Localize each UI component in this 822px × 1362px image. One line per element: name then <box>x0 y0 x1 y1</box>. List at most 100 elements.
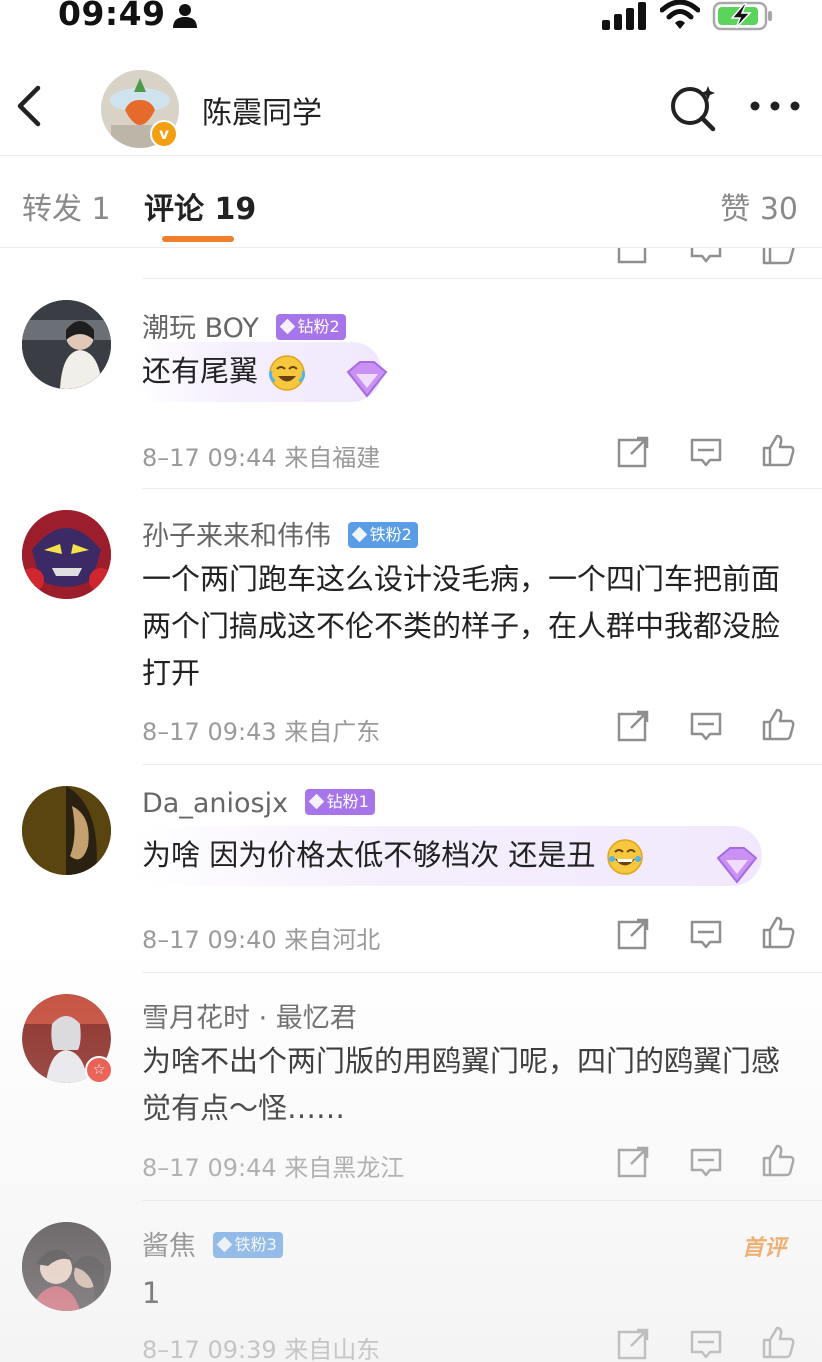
fan-badge: 钻粉2 <box>275 313 346 340</box>
comment-icon[interactable] <box>688 916 724 952</box>
commenter-name-text: 孙子来来和伟伟 <box>142 521 331 552</box>
grin-tears-emoji <box>606 839 643 875</box>
page-title: 陈震同学 <box>202 96 322 131</box>
comment-text: 一个两门跑车这么设计没毛病，一个四门车把前面两个门搞成这不伦不类的样子，在人群中… <box>142 562 781 690</box>
comment-meta: 8–17 09:44 来自福建 <box>142 438 380 473</box>
search-icon[interactable] <box>668 82 718 132</box>
comment-icon[interactable] <box>688 248 724 266</box>
commenter-name[interactable]: 酱焦 铁粉3 <box>142 1224 283 1263</box>
comment-icon[interactable] <box>688 708 724 744</box>
comment-icon[interactable] <box>688 1144 724 1180</box>
comment-location: 来自河北 <box>284 926 381 954</box>
comment-item: Da_aniosjx 钻粉1 为啥 因为价格太低不够档次 还是丑 8–17 09… <box>0 774 822 972</box>
tab-bar: 转发 1 评论 19 赞 30 <box>0 156 822 248</box>
badge-label: 钻粉1 <box>326 791 369 811</box>
commenter-name-text: Da_aniosjx <box>142 788 289 819</box>
like-icon[interactable] <box>760 914 796 950</box>
comment-text: 为啥不出个两门版的用鸥翼门呢，四门的鸥翼门感觉有点～怪…… <box>142 1044 781 1125</box>
member-star-icon: ☆ <box>85 1056 113 1084</box>
comment-time: 8–17 09:44 <box>142 444 277 472</box>
comment-location: 来自山东 <box>284 1336 381 1362</box>
comment-item: 孙子来来和伟伟 铁粉2 一个两门跑车这么设计没毛病，一个四门车把前面两个门搞成这… <box>0 498 822 764</box>
commenter-avatar[interactable] <box>22 510 111 599</box>
status-bar: 09:49 <box>0 0 822 40</box>
avatar-image <box>22 786 111 875</box>
comment-location: 来自黑龙江 <box>284 1154 405 1182</box>
fan-badge: 铁粉3 <box>212 1231 283 1258</box>
commenter-name[interactable]: 孙子来来和伟伟 铁粉2 <box>142 514 418 553</box>
share-icon[interactable] <box>615 248 651 266</box>
comment-list[interactable]: 潮玩 BOY 钻粉2 还有尾翼 8–17 09:44 来自福建 孙子来来和伟伟 … <box>0 248 822 1362</box>
commenter-avatar[interactable] <box>22 786 111 875</box>
cry-laugh-emoji <box>269 355 306 391</box>
commenter-avatar[interactable]: ☆ <box>22 994 113 1084</box>
comment-time: 8–17 09:40 <box>142 926 277 954</box>
fan-badge: 铁粉2 <box>347 521 418 548</box>
like-icon[interactable] <box>760 1142 796 1178</box>
previous-comment-actions <box>0 248 822 265</box>
share-icon[interactable] <box>615 1144 651 1180</box>
gem-icon <box>216 1236 232 1252</box>
comment-location: 来自福建 <box>284 444 381 472</box>
comment-text: 还有尾翼 <box>142 348 802 395</box>
tab-like[interactable]: 赞 30 <box>720 184 798 228</box>
commenter-avatar[interactable] <box>22 300 111 389</box>
comment-time: 8–17 09:39 <box>142 1336 277 1362</box>
comment-item: 潮玩 BOY 钻粉2 还有尾翼 8–17 09:44 来自福建 <box>0 288 822 488</box>
badge-label: 钻粉2 <box>297 316 340 336</box>
like-icon[interactable] <box>760 706 796 742</box>
active-tab-indicator <box>162 236 234 242</box>
commenter-name-text: 酱焦 <box>142 1231 196 1262</box>
comment-icon[interactable] <box>688 434 724 470</box>
avatar-image <box>22 300 111 389</box>
comment-divider <box>142 764 822 765</box>
verified-badge: v <box>150 120 178 148</box>
comment-text: 为啥 因为价格太低不够档次 还是丑 <box>142 832 802 879</box>
commenter-name[interactable]: Da_aniosjx 钻粉1 <box>142 788 375 819</box>
badge-label: 铁粉2 <box>369 524 412 544</box>
commenter-avatar[interactable] <box>22 1222 111 1311</box>
battery-charging-icon <box>712 1 772 31</box>
share-icon[interactable] <box>615 1326 651 1362</box>
comment-item: ☆ 雪月花时 · 最忆君 为啥不出个两门版的用鸥翼门呢，四门的鸥翼门感觉有点～怪… <box>0 982 822 1198</box>
fan-badge: 钻粉1 <box>304 788 375 815</box>
status-time: 09:49 <box>58 0 166 33</box>
share-icon[interactable] <box>615 434 651 470</box>
comment-time: 8–17 09:43 <box>142 718 277 746</box>
more-icon[interactable] <box>748 88 802 124</box>
comment-text-body: 为啥 因为价格太低不够档次 还是丑 <box>142 838 596 872</box>
gem-icon <box>351 526 367 542</box>
comment-icon[interactable] <box>688 1326 724 1362</box>
comment-meta: 8–17 09:40 来自河北 <box>142 920 380 955</box>
commenter-name[interactable]: 潮玩 BOY 钻粉2 <box>142 306 346 345</box>
share-icon[interactable] <box>615 916 651 952</box>
comment-text-body: 还有尾翼 <box>142 354 259 388</box>
gem-icon <box>279 318 295 334</box>
comment-meta: 8–17 09:44 来自黑龙江 <box>142 1148 404 1183</box>
commenter-name-text: 潮玩 BOY <box>142 313 259 344</box>
comment-time: 8–17 09:44 <box>142 1154 277 1182</box>
badge-label: 铁粉3 <box>234 1234 277 1254</box>
like-icon[interactable] <box>760 248 796 266</box>
comment-meta: 8–17 09:43 来自广东 <box>142 712 380 747</box>
like-icon[interactable] <box>760 432 796 468</box>
back-icon[interactable] <box>12 82 48 130</box>
comment-divider <box>142 488 822 489</box>
first-comment-tag: 首评 <box>742 1236 787 1261</box>
wifi-icon <box>660 0 700 29</box>
tab-repost[interactable]: 转发 1 <box>22 184 111 228</box>
like-icon[interactable] <box>760 1324 796 1360</box>
tab-comment[interactable]: 评论 19 <box>144 184 256 228</box>
comment-text: 1 <box>142 1276 161 1310</box>
commenter-name[interactable]: 雪月花时 · 最忆君 <box>142 996 357 1035</box>
share-icon[interactable] <box>615 708 651 744</box>
comment-location: 来自广东 <box>284 718 381 746</box>
person-icon <box>173 4 197 28</box>
avatar-image <box>22 510 111 599</box>
comment-divider <box>142 972 822 973</box>
cellular-signal-icon <box>602 2 646 30</box>
comment-divider <box>142 1200 822 1201</box>
gem-icon <box>308 793 324 809</box>
comment-item: 酱焦 铁粉3 首评 1 8–17 09:39 来自山东 <box>0 1210 822 1362</box>
avatar-image <box>22 1222 111 1311</box>
